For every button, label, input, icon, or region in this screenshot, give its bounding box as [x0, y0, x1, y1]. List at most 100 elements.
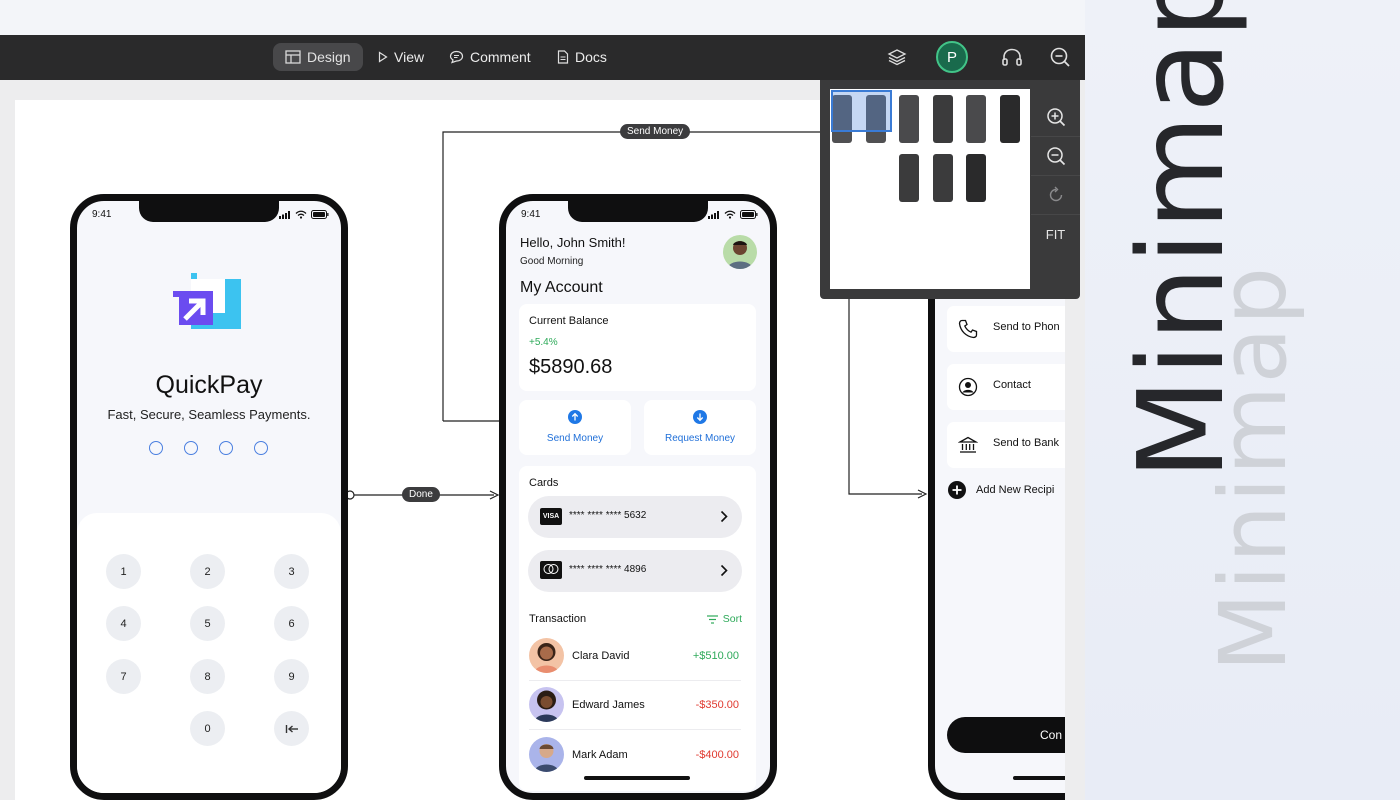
- send-money-label: Send Money: [546, 433, 604, 444]
- backspace-key[interactable]: [274, 711, 309, 746]
- key-1[interactable]: 1: [106, 554, 141, 589]
- tab-design[interactable]: Design: [273, 43, 363, 71]
- key-5[interactable]: 5: [190, 606, 225, 641]
- phone-icon: [958, 319, 978, 339]
- wifi-icon: [724, 210, 736, 219]
- app-brand-name: QuickPay: [155, 371, 263, 399]
- doc-icon: [557, 50, 569, 64]
- avatar: P: [936, 41, 968, 73]
- avatar: [529, 737, 564, 772]
- minimap-thumb: [933, 95, 953, 143]
- transaction-row[interactable]: Clara David +$510.00: [529, 633, 741, 681]
- card-number: **** **** **** 4896: [569, 564, 647, 575]
- plus-circle-icon: [948, 481, 966, 499]
- login-screen[interactable]: 9:41 QuickPay Fast, Secure, Seamless Pay…: [70, 194, 348, 800]
- send-to-phone-option[interactable]: Send to Phon: [947, 306, 1077, 352]
- filter-icon: [706, 614, 718, 624]
- zoom-in-icon: [1046, 108, 1065, 127]
- card-row-mastercard[interactable]: **** **** **** 4896: [528, 550, 742, 592]
- status-time: 9:41: [521, 209, 541, 220]
- minimap-thumb: [899, 154, 919, 202]
- minimap-thumb: [966, 95, 986, 143]
- key-2[interactable]: 2: [190, 554, 225, 589]
- visa-logo: VISA: [540, 508, 562, 525]
- key-9[interactable]: 9: [274, 659, 309, 694]
- top-backdrop: [0, 0, 1085, 35]
- battery-icon: [311, 210, 329, 219]
- request-money-button[interactable]: Request Money: [644, 400, 756, 455]
- tab-label: View: [394, 49, 425, 65]
- minimap-thumb: [899, 95, 919, 143]
- add-recipient-button[interactable]: Add New Recipi: [948, 481, 1054, 499]
- sort-button[interactable]: Sort: [706, 613, 742, 625]
- minimap-panel[interactable]: FIT: [820, 80, 1080, 299]
- tab-label: Design: [307, 49, 351, 65]
- status-icons: [708, 210, 758, 219]
- send-money-flow-label: Send Money: [620, 124, 691, 139]
- subgreeting: Good Morning: [520, 256, 584, 267]
- chevron-right-icon: [720, 510, 728, 523]
- phone-notch: [139, 201, 279, 222]
- send-to-bank-option[interactable]: Send to Bank: [947, 422, 1077, 468]
- tab-comment[interactable]: Comment: [437, 43, 543, 71]
- key-4[interactable]: 4: [106, 606, 141, 641]
- play-icon: [378, 51, 388, 63]
- contact-option[interactable]: Contact: [947, 364, 1077, 410]
- minimap-thumb: [933, 154, 953, 202]
- minimap-zoom-out-button[interactable]: [1031, 137, 1080, 176]
- request-money-label: Request Money: [664, 433, 736, 444]
- status-icons: [279, 210, 329, 219]
- layers-icon: [887, 49, 907, 66]
- key-7[interactable]: 7: [106, 659, 141, 694]
- pin-keypad: 1 2 3 4 5 6 7 8 9 0: [77, 513, 341, 793]
- card-row-visa[interactable]: VISA **** **** **** 5632: [528, 496, 742, 538]
- greeting: Hello, John Smith!: [520, 235, 626, 250]
- balance-card: Current Balance +5.4% $5890.68: [519, 304, 756, 391]
- profile-avatar[interactable]: [723, 235, 757, 269]
- reset-icon: [1049, 186, 1062, 202]
- minimap-fit-button[interactable]: FIT: [1031, 215, 1080, 254]
- zoom-out-icon: [1050, 47, 1070, 67]
- app-tagline: Fast, Secure, Seamless Payments.: [107, 407, 311, 422]
- minimap-canvas[interactable]: [830, 89, 1030, 289]
- battery-icon: [740, 210, 758, 219]
- transaction-name: Mark Adam: [572, 749, 628, 761]
- tab-docs[interactable]: Docs: [545, 43, 619, 71]
- key-6[interactable]: 6: [274, 606, 309, 641]
- tab-label: Comment: [470, 49, 531, 65]
- section-title: My Account: [520, 279, 603, 296]
- minimap-reset-button[interactable]: [1031, 176, 1080, 215]
- option-label: Contact: [993, 379, 1031, 391]
- minimap-heading-shadow: Minimap: [1200, 264, 1307, 672]
- phone-notch: [568, 201, 708, 222]
- minimap-viewport[interactable]: [831, 90, 892, 132]
- transaction-row[interactable]: Edward James -$350.00: [529, 682, 741, 730]
- signal-icon: [708, 210, 719, 219]
- send-money-button[interactable]: Send Money: [519, 400, 631, 455]
- zoom-out-button[interactable]: [1043, 40, 1077, 74]
- transaction-title: Transaction: [529, 613, 587, 625]
- status-time: 9:41: [92, 209, 112, 220]
- key-3[interactable]: 3: [274, 554, 309, 589]
- person-icon: [727, 241, 753, 269]
- tab-view[interactable]: View: [366, 43, 436, 71]
- signal-icon: [279, 210, 290, 219]
- home-screen[interactable]: 9:41 Hello, John Smith! Good Morning My …: [499, 194, 777, 800]
- key-0[interactable]: 0: [190, 711, 225, 746]
- key-8[interactable]: 8: [190, 659, 225, 694]
- transaction-name: Clara David: [572, 650, 630, 662]
- done-flow-label: Done: [402, 487, 440, 502]
- layers-button[interactable]: [880, 40, 914, 74]
- bank-icon: [958, 436, 978, 453]
- minimap-zoom-in-button[interactable]: [1031, 98, 1080, 137]
- pin-indicator: [149, 441, 268, 455]
- arrow-down-icon: [693, 410, 707, 424]
- transaction-row[interactable]: Mark Adam -$400.00: [529, 732, 741, 780]
- mastercard-logo: [540, 561, 562, 579]
- balance-value: $5890.68: [529, 356, 613, 378]
- user-avatar[interactable]: P: [935, 40, 969, 74]
- option-label: Send to Bank: [993, 437, 1060, 449]
- audio-button[interactable]: [995, 40, 1029, 74]
- quickpay-logo: [173, 273, 241, 329]
- transaction-amount: -$350.00: [695, 699, 739, 711]
